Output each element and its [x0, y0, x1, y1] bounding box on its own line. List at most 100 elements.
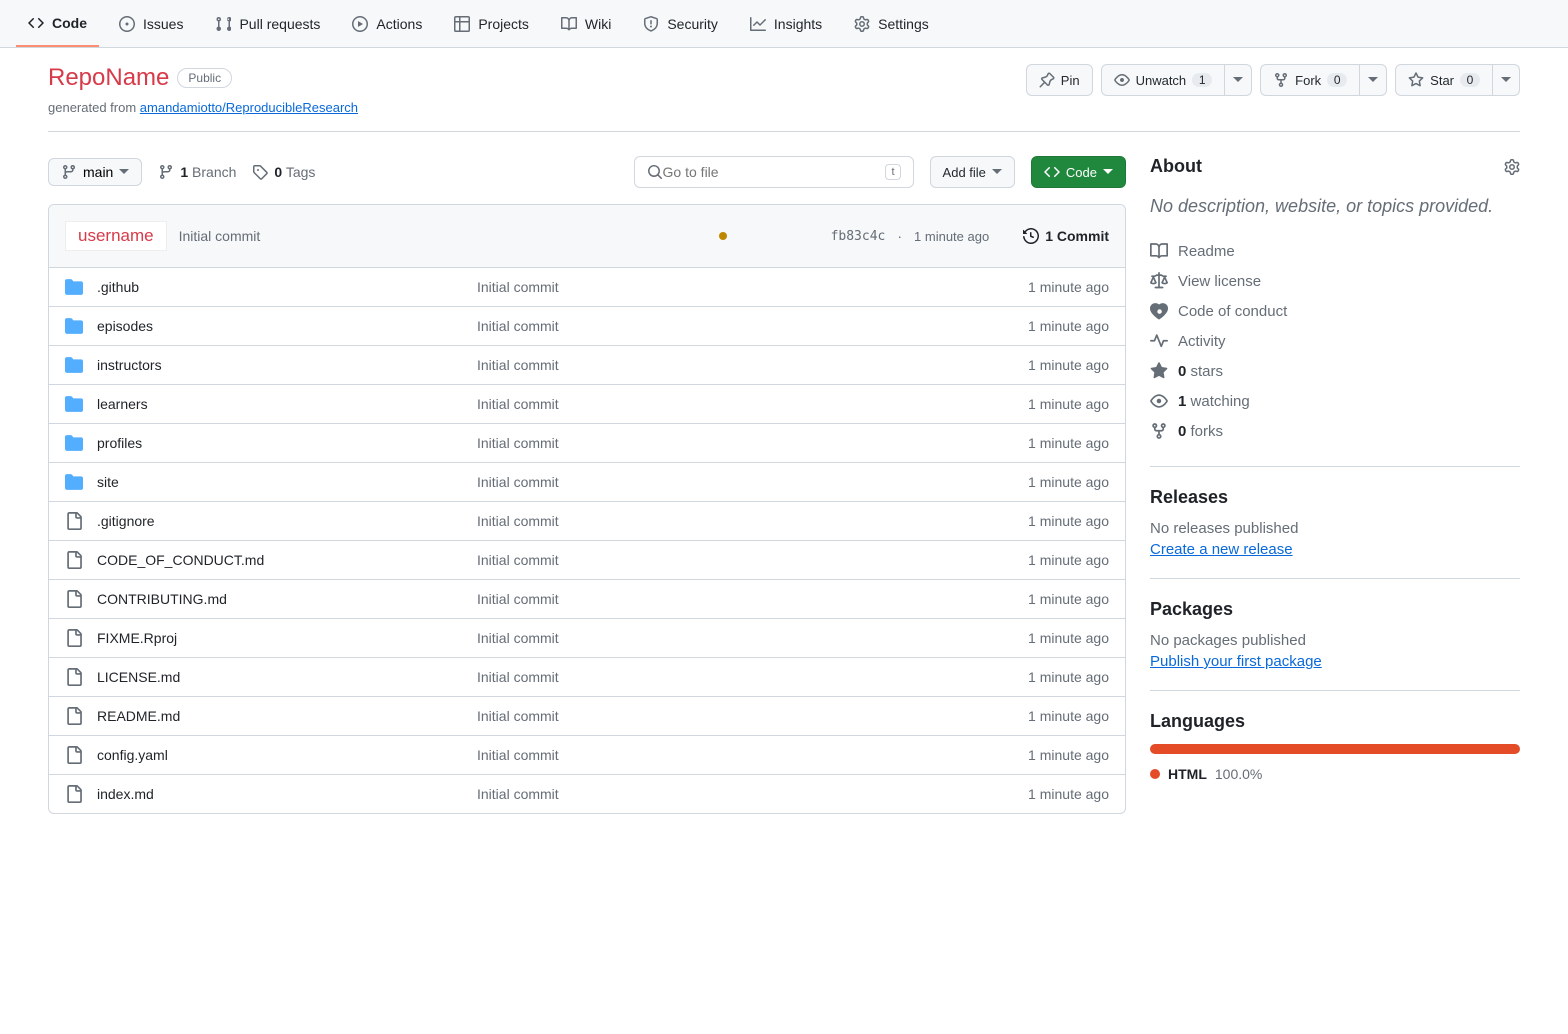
star-button[interactable]: Star 0 — [1395, 64, 1493, 96]
nav-label: Actions — [376, 16, 422, 32]
star-icon — [1150, 362, 1168, 380]
file-commit-msg[interactable]: Initial commit — [477, 513, 1028, 529]
sidebar: About No description, website, or topics… — [1150, 156, 1520, 822]
publish-package-link[interactable]: Publish your first package — [1150, 653, 1322, 670]
file-search[interactable]: t — [634, 156, 914, 188]
author-username[interactable]: username — [65, 221, 167, 251]
commit-hash[interactable]: fb83c4c — [831, 229, 886, 244]
fork-icon — [1273, 72, 1289, 88]
gear-icon[interactable] — [1504, 159, 1520, 175]
template-link[interactable]: amandamiotto/ReproducibleResearch — [140, 100, 358, 115]
nav-issues[interactable]: Issues — [107, 0, 195, 47]
activity-link[interactable]: Activity — [1150, 326, 1520, 356]
code-button[interactable]: Code — [1031, 156, 1126, 188]
file-row: instructorsInitial commit1 minute ago — [49, 346, 1125, 385]
fork-dropdown[interactable] — [1360, 64, 1387, 96]
file-commit-msg[interactable]: Initial commit — [477, 279, 1028, 295]
unwatch-button[interactable]: Unwatch 1 — [1101, 64, 1226, 96]
watching-link[interactable]: 1 watching — [1150, 386, 1520, 416]
readme-link[interactable]: Readme — [1150, 236, 1520, 266]
nav-settings[interactable]: Settings — [842, 0, 941, 47]
file-name-link[interactable]: index.md — [97, 786, 477, 802]
commits-link[interactable]: 1 Commit — [1023, 228, 1109, 244]
stars-link[interactable]: 0 stars — [1150, 356, 1520, 386]
history-icon — [1023, 228, 1039, 244]
language-item[interactable]: HTML 100.0% — [1150, 766, 1520, 782]
repo-name[interactable]: RepoName — [48, 64, 169, 92]
file-time: 1 minute ago — [1028, 396, 1109, 412]
branch-count-link[interactable]: 1 Branch — [158, 164, 236, 180]
nav-label: Security — [667, 16, 718, 32]
file-commit-msg[interactable]: Initial commit — [477, 786, 1028, 802]
branch-icon — [61, 164, 77, 180]
status-indicator[interactable] — [719, 232, 727, 240]
file-row: siteInitial commit1 minute ago — [49, 463, 1125, 502]
create-release-link[interactable]: Create a new release — [1150, 541, 1293, 558]
file-time: 1 minute ago — [1028, 474, 1109, 490]
file-icon — [65, 551, 85, 569]
repo-header: RepoName Public generated from amandamio… — [48, 64, 1520, 132]
nav-wiki[interactable]: Wiki — [549, 0, 623, 47]
file-row: index.mdInitial commit1 minute ago — [49, 775, 1125, 813]
file-icon — [65, 512, 85, 530]
nav-label: Projects — [478, 16, 529, 32]
file-name-link[interactable]: site — [97, 474, 477, 490]
folder-icon — [65, 278, 85, 296]
folder-icon — [65, 356, 85, 374]
star-dropdown[interactable] — [1493, 64, 1520, 96]
tag-icon — [252, 164, 268, 180]
conduct-link[interactable]: Code of conduct — [1150, 296, 1520, 326]
language-bar — [1150, 744, 1520, 754]
file-icon — [65, 746, 85, 764]
file-name-link[interactable]: LICENSE.md — [97, 669, 477, 685]
file-row: config.yamlInitial commit1 minute ago — [49, 736, 1125, 775]
file-commit-msg[interactable]: Initial commit — [477, 396, 1028, 412]
nav-insights[interactable]: Insights — [738, 0, 834, 47]
fork-count: 0 — [1327, 73, 1347, 87]
nav-label: Code — [52, 15, 87, 31]
file-name-link[interactable]: episodes — [97, 318, 477, 334]
pr-icon — [215, 16, 231, 32]
file-row: episodesInitial commit1 minute ago — [49, 307, 1125, 346]
commit-message[interactable]: Initial commit — [179, 228, 707, 244]
file-name-link[interactable]: .github — [97, 279, 477, 295]
file-name-link[interactable]: config.yaml — [97, 747, 477, 763]
eye-icon — [1150, 392, 1168, 410]
unwatch-dropdown[interactable] — [1225, 64, 1252, 96]
file-row: CONTRIBUTING.mdInitial commit1 minute ag… — [49, 580, 1125, 619]
file-name-link[interactable]: profiles — [97, 435, 477, 451]
file-commit-msg[interactable]: Initial commit — [477, 318, 1028, 334]
branch-select[interactable]: main — [48, 158, 142, 186]
file-commit-msg[interactable]: Initial commit — [477, 357, 1028, 373]
tag-count-link[interactable]: 0 Tags — [252, 164, 315, 180]
nav-pull-requests[interactable]: Pull requests — [203, 0, 332, 47]
pin-button[interactable]: Pin — [1026, 64, 1093, 96]
file-name-link[interactable]: instructors — [97, 357, 477, 373]
forks-link[interactable]: 0 forks — [1150, 416, 1520, 446]
file-commit-msg[interactable]: Initial commit — [477, 474, 1028, 490]
file-commit-msg[interactable]: Initial commit — [477, 435, 1028, 451]
file-commit-msg[interactable]: Initial commit — [477, 591, 1028, 607]
file-name-link[interactable]: CONTRIBUTING.md — [97, 591, 477, 607]
nav-security[interactable]: Security — [631, 0, 730, 47]
file-commit-msg[interactable]: Initial commit — [477, 747, 1028, 763]
gear-icon — [854, 16, 870, 32]
file-commit-msg[interactable]: Initial commit — [477, 552, 1028, 568]
nav-actions[interactable]: Actions — [340, 0, 434, 47]
file-name-link[interactable]: learners — [97, 396, 477, 412]
nav-code[interactable]: Code — [16, 0, 99, 47]
fork-button[interactable]: Fork 0 — [1260, 64, 1360, 96]
file-toolbar: main 1 Branch 0 Tags t A — [48, 156, 1126, 188]
file-name-link[interactable]: README.md — [97, 708, 477, 724]
file-commit-msg[interactable]: Initial commit — [477, 669, 1028, 685]
file-commit-msg[interactable]: Initial commit — [477, 708, 1028, 724]
add-file-button[interactable]: Add file — [930, 156, 1015, 188]
nav-projects[interactable]: Projects — [442, 0, 541, 47]
file-name-link[interactable]: FIXME.Rproj — [97, 630, 477, 646]
file-commit-msg[interactable]: Initial commit — [477, 630, 1028, 646]
file-search-input[interactable] — [663, 164, 886, 180]
file-name-link[interactable]: .gitignore — [97, 513, 477, 529]
license-link[interactable]: View license — [1150, 266, 1520, 296]
folder-icon — [65, 473, 85, 491]
file-name-link[interactable]: CODE_OF_CONDUCT.md — [97, 552, 477, 568]
